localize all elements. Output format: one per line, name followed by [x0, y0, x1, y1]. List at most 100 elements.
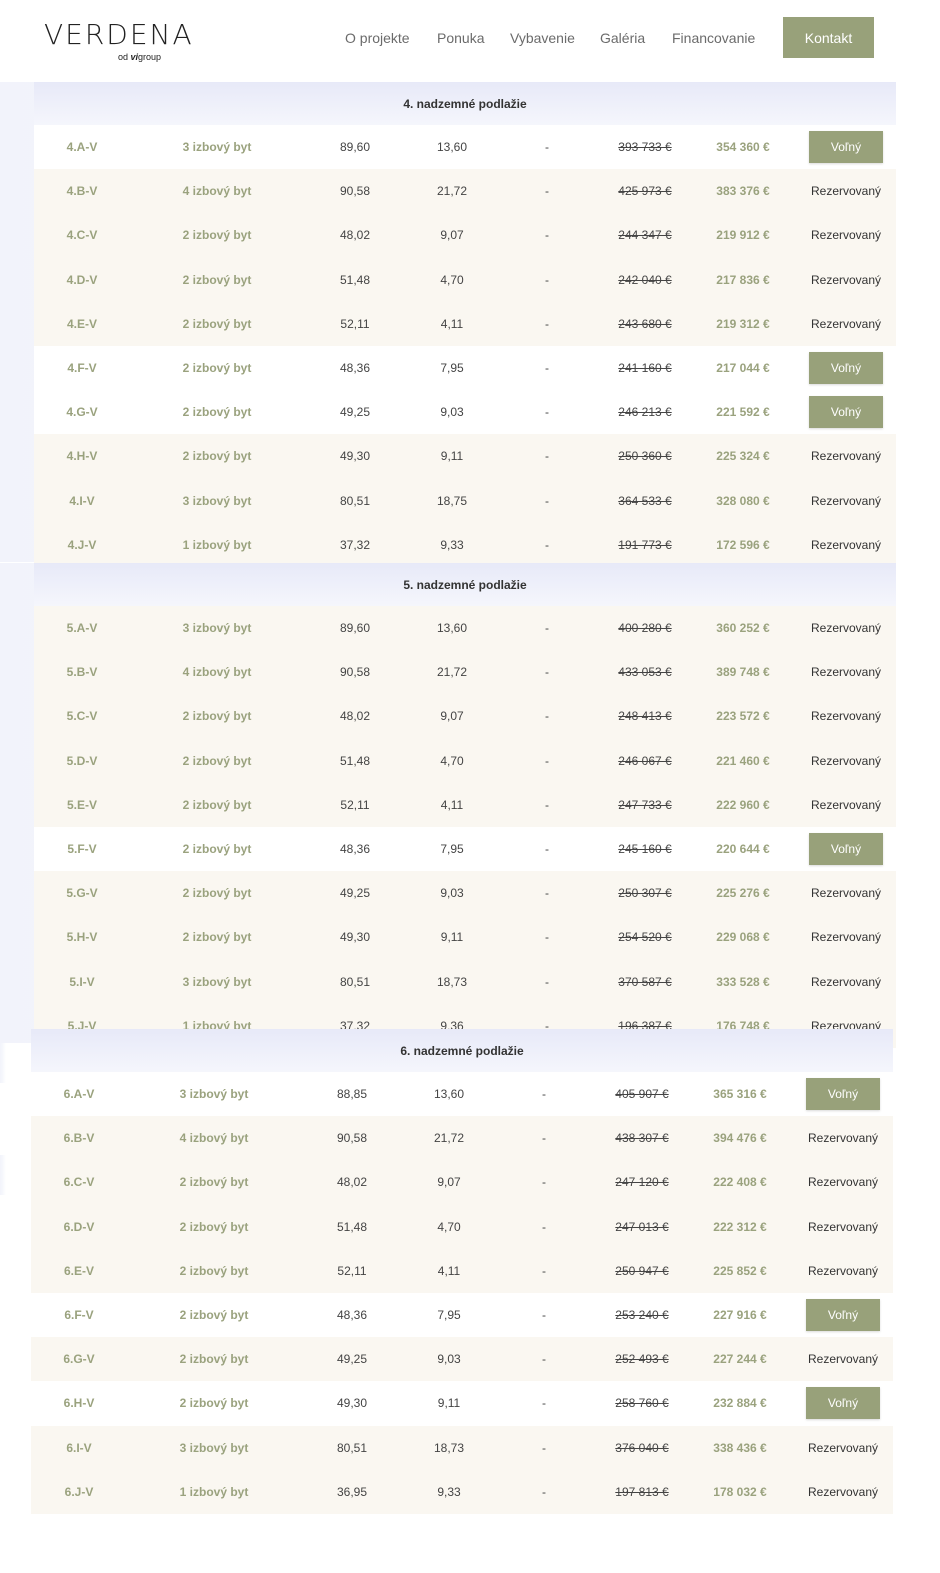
unit-price: 217 044 € — [716, 361, 770, 376]
unit-area: 49,25 — [336, 1352, 368, 1367]
unit-id: 5.B-V — [66, 665, 98, 680]
table-row[interactable]: 6.J-V 1 izbový byt 36,95 9,33 - 197 813 € 178 … — [31, 1469, 893, 1514]
unit-status: Rezervovaný — [810, 797, 882, 812]
unit-type: 4 izbový byt — [182, 665, 252, 680]
table-row[interactable]: 5.E-V 2 izbový byt 52,11 4,11 - 247 733 € 222 … — [34, 782, 896, 827]
table-row[interactable]: 4.I-V 3 izbový byt 80,51 18,75 - 364 533 € 328… — [34, 478, 896, 523]
unit-type: 2 izbový byt — [182, 316, 252, 331]
floor-table-6: 6. nadzemné podlažie 6.A-V 3 izbový byt 88,… — [31, 1029, 893, 1514]
kontakt-button[interactable]: Kontakt — [783, 17, 874, 58]
table-row[interactable]: 5.C-V 2 izbový byt 48,02 9,07 - 248 413 € 223 … — [34, 694, 896, 739]
table-row[interactable]: 4.F-V 2 izbový byt 48,36 7,95 - 241 160 € 217 … — [34, 345, 896, 391]
unit-price: 365 316 € — [713, 1087, 767, 1102]
unit-id: 4.H-V — [66, 449, 98, 464]
unit-id: 5.H-V — [66, 930, 98, 945]
table-row[interactable]: 6.B-V 4 izbový byt 90,58 21,72 - 438 307 € 394… — [31, 1116, 893, 1161]
nav-ponuka[interactable]: Ponuka — [437, 30, 484, 46]
nav-financovanie[interactable]: Financovanie — [672, 30, 755, 46]
table-row[interactable]: 4.G-V 2 izbový byt 49,25 9,03 - 246 213 € 221 … — [34, 390, 896, 435]
unit-extra: - — [545, 272, 549, 287]
unit-area: 48,36 — [339, 361, 371, 376]
table-row[interactable]: 4.J-V 1 izbový byt 37,32 9,33 - 191 773 € 172 … — [34, 522, 896, 567]
unit-id: 5.D-V — [66, 753, 98, 768]
unit-terrace: 13,60 — [436, 621, 468, 636]
unit-type: 2 izbový byt — [182, 753, 252, 768]
unit-terrace: 9,03 — [440, 405, 464, 420]
unit-status: Rezervovaný — [810, 753, 882, 768]
nav-galeria[interactable]: Galéria — [600, 30, 645, 46]
unit-terrace: 7,95 — [440, 361, 464, 376]
table-row[interactable]: 6.D-V 2 izbový byt 51,48 4,70 - 247 013 € 222 … — [31, 1204, 893, 1249]
unit-terrace: 9,07 — [440, 709, 464, 724]
unit-id: 4.D-V — [66, 272, 98, 287]
unit-area: 51,48 — [336, 1219, 368, 1234]
table-row[interactable]: 6.C-V 2 izbový byt 48,02 9,07 - 247 120 € 222 … — [31, 1160, 893, 1205]
table-row[interactable]: 5.A-V 3 izbový byt 89,60 13,60 - 400 280 € 360… — [34, 606, 896, 651]
table-row[interactable]: 6.E-V 2 izbový byt 52,11 4,11 - 250 947 € 225 … — [31, 1248, 893, 1293]
unit-extra: - — [542, 1131, 546, 1146]
unit-extra: - — [545, 361, 549, 376]
table-row[interactable]: 6.F-V 2 izbový byt 48,36 7,95 - 253 240 € 227 … — [31, 1292, 893, 1338]
unit-area: 36,95 — [336, 1484, 368, 1499]
unit-area: 49,30 — [339, 449, 371, 464]
table-row[interactable]: 4.D-V 2 izbový byt 51,48 4,70 - 242 040 € 217 … — [34, 257, 896, 302]
unit-old-price: 364 533 € — [618, 493, 672, 508]
table-row[interactable]: 5.F-V 2 izbový byt 48,36 7,95 - 245 160 € 220 … — [34, 826, 896, 872]
unit-type: 1 izbový byt — [182, 537, 252, 552]
table-row[interactable]: 6.I-V 3 izbový byt 80,51 18,73 - 376 040 € 338… — [31, 1425, 893, 1470]
unit-status: Rezervovaný — [810, 886, 882, 901]
background-strip — [0, 1043, 6, 1083]
site-header: VERDENA od vigroup O projekte Ponuka Vyb… — [0, 0, 940, 82]
unit-type: 2 izbový byt — [182, 361, 252, 376]
nav-o-projekte[interactable]: O projekte — [345, 30, 410, 46]
unit-status: Rezervovaný — [807, 1440, 879, 1455]
unit-price: 225 852 € — [713, 1263, 767, 1278]
table-row[interactable]: 5.I-V 3 izbový byt 80,51 18,73 - 370 587 € 333… — [34, 959, 896, 1004]
unit-old-price: 244 347 € — [618, 228, 672, 243]
unit-area: 48,02 — [339, 709, 371, 724]
table-row[interactable]: 4.E-V 2 izbový byt 52,11 4,11 - 243 680 € 219 … — [34, 301, 896, 346]
table-row[interactable]: 4.A-V 3 izbový byt 89,60 13,60 - 393 733 € 354… — [34, 125, 896, 170]
unit-extra: - — [545, 842, 549, 857]
unit-terrace: 9,11 — [440, 449, 464, 464]
table-row[interactable]: 6.G-V 2 izbový byt 49,25 9,03 - 252 493 € 227 … — [31, 1337, 893, 1382]
status-free-button[interactable]: Voľný — [809, 396, 883, 429]
unit-terrace: 4,70 — [437, 1219, 461, 1234]
table-row[interactable]: 4.H-V 2 izbový byt 49,30 9,11 - 250 360 € 225 … — [34, 434, 896, 479]
logo-sub-prefix: od — [118, 52, 129, 62]
unit-old-price: 242 040 € — [618, 272, 672, 287]
unit-type: 3 izbový byt — [182, 493, 252, 508]
unit-price: 383 376 € — [716, 184, 770, 199]
unit-price: 221 592 € — [716, 405, 770, 420]
unit-terrace: 9,33 — [440, 537, 464, 552]
unit-price: 225 324 € — [716, 449, 770, 464]
logo-sub-suffix: group — [138, 52, 162, 62]
logo-sub-brand: vi — [130, 52, 139, 62]
unit-terrace: 21,72 — [433, 1131, 465, 1146]
status-free-button[interactable]: Voľný — [809, 352, 883, 385]
table-row[interactable]: 6.H-V 2 izbový byt 49,30 9,11 - 258 760 € 232 … — [31, 1381, 893, 1426]
status-free-button[interactable]: Voľný — [809, 833, 883, 866]
logo[interactable]: VERDENA od vigroup — [44, 18, 194, 64]
unit-extra: - — [542, 1396, 546, 1411]
unit-status: Rezervovaný — [810, 449, 882, 464]
unit-old-price: 250 360 € — [618, 449, 672, 464]
unit-terrace: 18,73 — [436, 974, 468, 989]
table-row[interactable]: 5.G-V 2 izbový byt 49,25 9,03 - 250 307 € 225 … — [34, 871, 896, 916]
status-free-button[interactable]: Voľný — [806, 1387, 880, 1420]
status-free-button[interactable]: Voľný — [806, 1078, 880, 1111]
table-row[interactable]: 5.D-V 2 izbový byt 51,48 4,70 - 246 067 € 221 … — [34, 738, 896, 783]
unit-extra: - — [545, 797, 549, 812]
unit-status: Rezervovaný — [810, 228, 882, 243]
unit-id: 6.E-V — [63, 1263, 94, 1278]
table-row[interactable]: 4.B-V 4 izbový byt 90,58 21,72 - 425 973 € 383… — [34, 169, 896, 214]
table-row[interactable]: 6.A-V 3 izbový byt 88,85 13,60 - 405 907 € 365… — [31, 1072, 893, 1117]
unit-extra: - — [545, 405, 549, 420]
table-row[interactable]: 4.C-V 2 izbový byt 48,02 9,07 - 244 347 € 219 … — [34, 213, 896, 258]
status-free-button[interactable]: Voľný — [809, 131, 883, 164]
table-row[interactable]: 5.B-V 4 izbový byt 90,58 21,72 - 433 053 € 389… — [34, 650, 896, 695]
nav-vybavenie[interactable]: Vybavenie — [510, 30, 575, 46]
table-row[interactable]: 5.H-V 2 izbový byt 49,30 9,11 - 254 520 € 229 … — [34, 915, 896, 960]
status-free-button[interactable]: Voľný — [806, 1299, 880, 1332]
unit-terrace: 9,03 — [440, 886, 464, 901]
